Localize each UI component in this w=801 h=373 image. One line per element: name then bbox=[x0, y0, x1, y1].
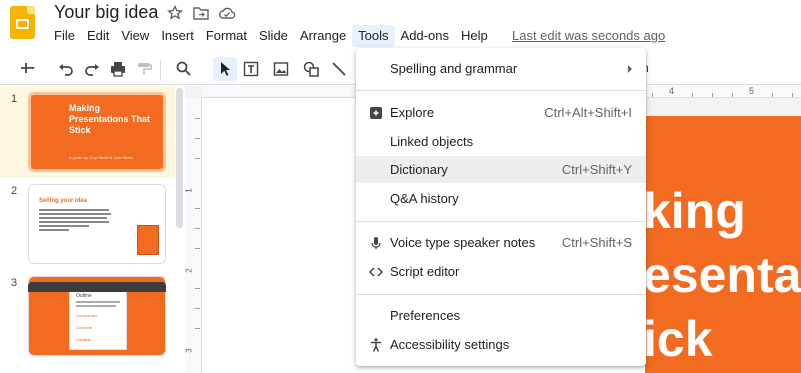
slide-thumbnail-2[interactable]: 2 Selling your idea bbox=[0, 178, 175, 270]
menu-item-dictionary[interactable]: Dictionary Ctrl+Shift+Y bbox=[356, 156, 646, 183]
text-box-icon[interactable] bbox=[239, 57, 263, 81]
shortcut-label: Ctrl+Shift+S bbox=[561, 235, 632, 250]
tools-menu: Spelling and grammar Explore Ctrl+Alt+Sh… bbox=[356, 48, 646, 366]
menu-file[interactable]: File bbox=[48, 25, 81, 47]
slides-window: { "app": { "title": "Your big idea", "la… bbox=[0, 0, 801, 373]
slide-filmstrip: 1 Making Presentations That Stick A guid… bbox=[0, 86, 185, 373]
shortcut-label: Ctrl+Shift+Y bbox=[561, 162, 632, 177]
slide-thumb-subtitle: A guide by Chip Heath & Dan Heath bbox=[69, 155, 133, 160]
menu-item-voice-type-speaker-notes[interactable]: Voice type speaker notes Ctrl+Shift+S bbox=[356, 229, 646, 256]
outline-item: Unexpected bbox=[76, 313, 98, 318]
ruler-label: 2 bbox=[184, 268, 194, 273]
menu-add-ons[interactable]: Add-ons bbox=[395, 25, 455, 47]
slide-thumb-title: Making Presentations That Stick bbox=[69, 103, 151, 135]
select-tool-icon[interactable] bbox=[213, 57, 237, 81]
menu-slide[interactable]: Slide bbox=[253, 25, 294, 47]
star-icon[interactable] bbox=[166, 4, 184, 22]
menu-item-qa-history[interactable]: Q&A history bbox=[356, 185, 646, 212]
slide-title-line[interactable]: ick bbox=[645, 310, 713, 368]
slide-thumbnail-1[interactable]: 1 Making Presentations That Stick A guid… bbox=[0, 86, 175, 178]
menu-item-explore[interactable]: Explore Ctrl+Alt+Shift+I bbox=[356, 99, 646, 126]
menu-help[interactable]: Help bbox=[455, 25, 494, 47]
document-title[interactable]: Your big idea bbox=[54, 2, 158, 23]
explore-icon bbox=[368, 105, 384, 121]
outline-card: Outline Unexpected Concrete Credible bbox=[69, 284, 127, 350]
ruler-label: 3 bbox=[184, 348, 194, 353]
redo-icon[interactable] bbox=[80, 57, 104, 81]
menu-item-preferences[interactable]: Preferences bbox=[356, 302, 646, 329]
cloud-saved-icon[interactable] bbox=[218, 4, 236, 22]
line-icon[interactable] bbox=[327, 57, 351, 81]
insert-image-icon[interactable] bbox=[265, 57, 297, 81]
menu-item-spelling-and-grammar[interactable]: Spelling and grammar bbox=[356, 55, 646, 82]
menu-edit[interactable]: Edit bbox=[81, 25, 115, 47]
current-slide[interactable]: king esentat ick bbox=[645, 116, 801, 373]
slide-number: 3 bbox=[11, 277, 18, 289]
undo-icon[interactable] bbox=[54, 57, 78, 81]
slide-thumb-title: Selling your idea bbox=[39, 198, 88, 204]
menu-view[interactable]: View bbox=[115, 25, 155, 47]
menu-format[interactable]: Format bbox=[200, 25, 253, 47]
slide-preview[interactable]: Making Presentations That Stick A guide … bbox=[28, 92, 166, 172]
outline-item: Concrete bbox=[76, 325, 93, 330]
menu-item-linked-objects[interactable]: Linked objects bbox=[356, 128, 646, 155]
outline-card-title: Outline bbox=[76, 293, 92, 299]
paint-format-icon[interactable] bbox=[132, 57, 156, 81]
ruler-label: 5 bbox=[749, 86, 755, 96]
zoom-icon[interactable] bbox=[166, 57, 202, 81]
vertical-ruler[interactable]: 1 2 3 bbox=[185, 98, 202, 373]
move-to-folder-icon[interactable] bbox=[192, 4, 210, 22]
microphone-icon bbox=[368, 235, 384, 251]
submenu-arrow-icon bbox=[628, 64, 632, 73]
menu-arrange[interactable]: Arrange bbox=[294, 25, 352, 47]
shape-icon[interactable] bbox=[299, 57, 323, 81]
slide-title-line[interactable]: esentat bbox=[645, 246, 801, 304]
slide-thumbnail-4[interactable] bbox=[28, 282, 166, 292]
menu-item-accessibility-settings[interactable]: Accessibility settings bbox=[356, 331, 646, 358]
slide-title-line[interactable]: king bbox=[645, 182, 746, 240]
slides-logo-icon[interactable] bbox=[10, 6, 35, 39]
shortcut-label: Ctrl+Alt+Shift+I bbox=[544, 105, 632, 120]
book-cover-image bbox=[137, 225, 159, 255]
last-edit-link[interactable]: Last edit was seconds ago bbox=[512, 28, 665, 43]
outline-item: Credible bbox=[76, 337, 91, 342]
ruler-label: 4 bbox=[669, 86, 675, 96]
code-brackets-icon bbox=[368, 264, 384, 280]
new-slide-button[interactable] bbox=[10, 57, 46, 81]
menu-insert[interactable]: Insert bbox=[155, 25, 200, 47]
menu-bar: File Edit View Insert Format Slide Arran… bbox=[48, 25, 494, 47]
accessibility-icon bbox=[368, 337, 384, 353]
slide-number: 2 bbox=[11, 185, 18, 197]
slide-number: 1 bbox=[11, 93, 18, 105]
ruler-label: 1 bbox=[184, 188, 194, 193]
filmstrip-scrollbar[interactable] bbox=[176, 88, 183, 228]
menu-tools[interactable]: Tools bbox=[352, 25, 395, 47]
print-icon[interactable] bbox=[106, 57, 130, 81]
menu-item-script-editor[interactable]: Script editor bbox=[356, 258, 646, 285]
slide-preview[interactable]: Selling your idea bbox=[28, 184, 166, 264]
